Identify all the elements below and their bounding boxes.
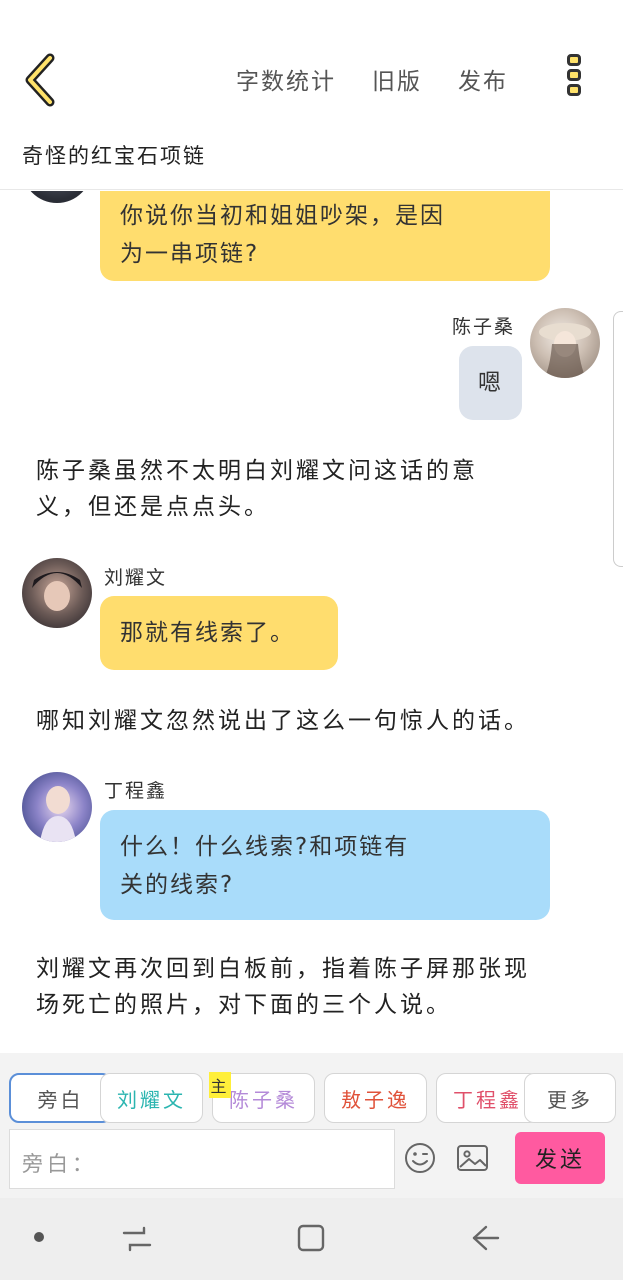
scrollbar[interactable] (613, 311, 623, 567)
back-arrow-icon[interactable] (22, 52, 66, 108)
system-nav-bar (0, 1198, 623, 1280)
avatar[interactable] (22, 191, 92, 203)
composer: 旁白 刘耀文 主 陈子桑 敖子逸 丁程鑫 更多 旁白： 发送 (0, 1053, 623, 1198)
message-text: 嗯 (478, 370, 503, 396)
avatar-photo-icon (40, 786, 76, 842)
message-line: 什么！什么线索?和项链有 (120, 834, 410, 860)
image-icon[interactable] (456, 1143, 489, 1173)
role-liu-yaowen[interactable]: 刘耀文 (100, 1073, 203, 1123)
avatar[interactable] (530, 308, 600, 378)
publish-button[interactable]: 发布 (458, 62, 508, 96)
avatar-photo-icon (539, 323, 591, 378)
message-text: 那就有线索了。 (120, 620, 295, 646)
message-line: 关的线索? (120, 872, 235, 898)
message-line: 你说你当初和姐姐吵架，是因 (120, 203, 445, 229)
role-selector: 旁白 刘耀文 主 陈子桑 敖子逸 丁程鑫 更多 (9, 1072, 619, 1123)
message-input[interactable]: 旁白： (9, 1129, 395, 1189)
top-bar: 字数统计 旧版 发布 奇怪的红宝石项链 (0, 0, 623, 190)
message-bubble[interactable]: 那就有线索了。 (100, 596, 338, 670)
input-placeholder: 旁白： (22, 1152, 97, 1176)
message-bubble[interactable]: 嗯 (459, 346, 522, 420)
more-menu-icon[interactable] (562, 54, 586, 104)
main-character-badge: 主 (209, 1072, 231, 1098)
avatar[interactable] (22, 558, 92, 628)
message-bubble[interactable]: 什么！什么线索?和项链有 关的线索? (100, 810, 550, 920)
chat-area[interactable]: 你说你当初和姐姐吵架，是因 为一串项链? 陈子桑 嗯 陈子桑虽然不太明白刘耀文问… (0, 191, 623, 1053)
sender-name: 刘耀文 (104, 567, 168, 589)
avatar-photo-icon (32, 572, 82, 611)
narration-text: 陈子桑虽然不太明白刘耀文问这话的意 义，但还是点点头。 (36, 458, 478, 520)
send-button[interactable]: 发送 (515, 1132, 605, 1184)
message-bubble[interactable]: 你说你当初和姐姐吵架，是因 为一串项链? (100, 191, 550, 281)
recent-apps-icon[interactable] (122, 1224, 152, 1254)
role-chen-zisang[interactable]: 主 陈子桑 (209, 1072, 315, 1123)
nav-dot-icon[interactable] (34, 1232, 44, 1242)
old-version-button[interactable]: 旧版 (372, 62, 422, 96)
narration-text: 哪知刘耀文忽然说出了这么一句惊人的话。 (36, 708, 530, 734)
word-count-button[interactable]: 字数统计 (236, 62, 336, 96)
sender-name: 陈子桑 (452, 316, 516, 338)
role-narrator[interactable]: 旁白 (9, 1073, 112, 1123)
top-actions: 字数统计 旧版 发布 (236, 62, 508, 96)
back-icon[interactable] (470, 1223, 500, 1253)
home-icon[interactable] (296, 1223, 326, 1253)
message-line: 为一串项链? (120, 241, 260, 267)
role-more-button[interactable]: 更多 (524, 1073, 616, 1123)
sender-name: 丁程鑫 (104, 780, 168, 802)
narration-text: 刘耀文再次回到白板前，指着陈子屏那张现 场死亡的照片，对下面的三个人说。 (36, 956, 530, 1018)
avatar[interactable] (22, 772, 92, 842)
emoji-icon[interactable] (404, 1142, 436, 1174)
role-ao-ziyi[interactable]: 敖子逸 (324, 1073, 427, 1123)
story-title: 奇怪的红宝石项链 (22, 144, 206, 168)
